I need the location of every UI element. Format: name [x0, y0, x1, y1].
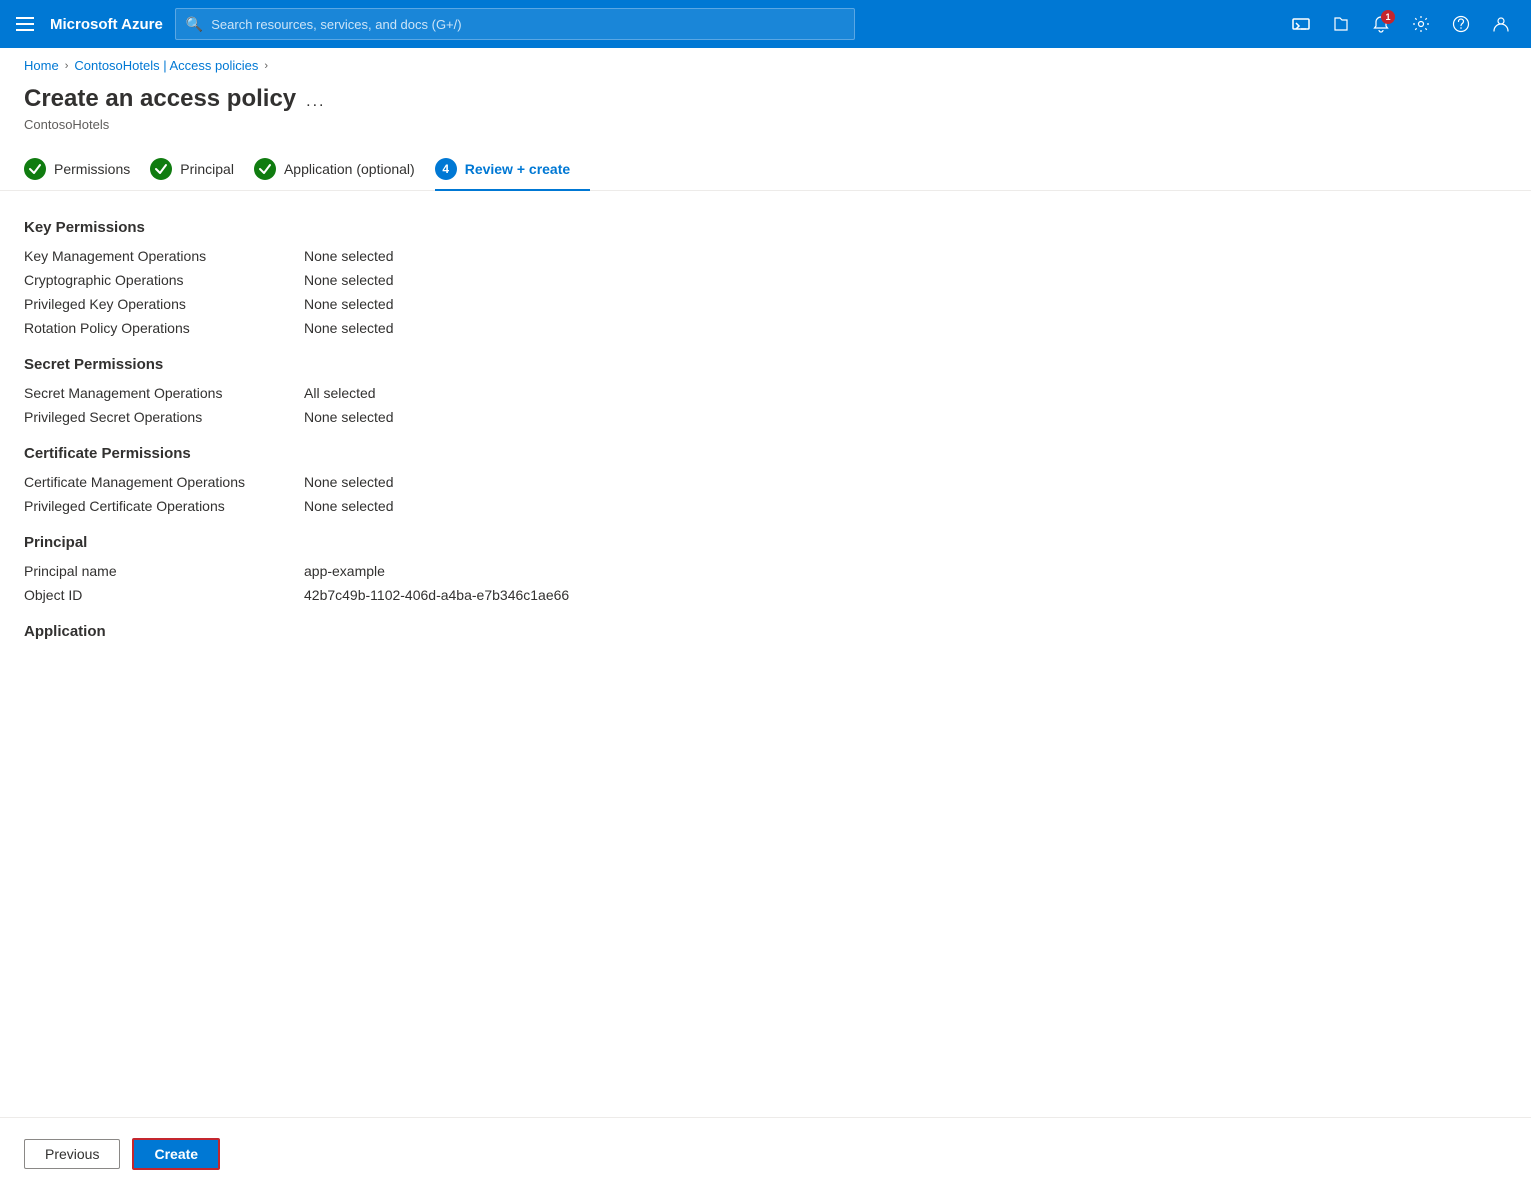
step-application-circle: [254, 158, 276, 180]
key-permissions-section: Key Permissions Key Management Operation…: [24, 219, 1507, 336]
cloud-shell-icon[interactable]: [1283, 6, 1319, 42]
breadcrumb-sep-1: ›: [65, 60, 69, 72]
step-principal[interactable]: Principal: [150, 148, 254, 190]
page-header: Create an access policy ...: [0, 77, 1531, 117]
search-bar[interactable]: 🔍 Search resources, services, and docs (…: [175, 8, 855, 40]
secret-permissions-section: Secret Permissions Secret Management Ope…: [24, 356, 1507, 425]
priv-secret-label: Privileged Secret Operations: [24, 409, 304, 425]
table-row: Privileged Key Operations None selected: [24, 296, 1507, 312]
step-application[interactable]: Application (optional): [254, 148, 435, 190]
step-permissions[interactable]: Permissions: [24, 148, 150, 190]
principal-section: Principal Principal name app-example Obj…: [24, 534, 1507, 603]
table-row: Key Management Operations None selected: [24, 248, 1507, 264]
crypto-ops-value: None selected: [304, 272, 394, 288]
key-mgmt-label: Key Management Operations: [24, 248, 304, 264]
principal-name-value: app-example: [304, 563, 385, 579]
rotation-label: Rotation Policy Operations: [24, 320, 304, 336]
breadcrumb-parent[interactable]: ContosoHotels | Access policies: [74, 58, 258, 73]
previous-button[interactable]: Previous: [24, 1139, 120, 1169]
key-mgmt-value: None selected: [304, 248, 394, 264]
breadcrumb: Home › ContosoHotels | Access policies ›: [0, 48, 1531, 77]
application-section: Application: [24, 623, 1507, 640]
principal-title: Principal: [24, 534, 1507, 551]
table-row: Privileged Secret Operations None select…: [24, 409, 1507, 425]
notification-badge: 1: [1381, 10, 1395, 24]
application-title: Application: [24, 623, 1507, 640]
step-application-label: Application (optional): [284, 161, 415, 177]
content-area: Key Permissions Key Management Operation…: [0, 191, 1531, 660]
secret-mgmt-value: All selected: [304, 385, 376, 401]
key-permissions-title: Key Permissions: [24, 219, 1507, 236]
more-options-button[interactable]: ...: [306, 93, 325, 111]
brand-logo: Microsoft Azure: [50, 16, 163, 33]
priv-cert-value: None selected: [304, 498, 394, 514]
search-icon: 🔍: [186, 16, 203, 33]
cert-permissions-title: Certificate Permissions: [24, 445, 1507, 462]
table-row: Object ID 42b7c49b-1102-406d-a4ba-e7b346…: [24, 587, 1507, 603]
priv-key-label: Privileged Key Operations: [24, 296, 304, 312]
step-permissions-label: Permissions: [54, 161, 130, 177]
table-row: Principal name app-example: [24, 563, 1507, 579]
directory-icon[interactable]: [1323, 6, 1359, 42]
priv-key-value: None selected: [304, 296, 394, 312]
step-review[interactable]: 4 Review + create: [435, 148, 590, 190]
rotation-value: None selected: [304, 320, 394, 336]
secret-permissions-title: Secret Permissions: [24, 356, 1507, 373]
topbar-icons: 1: [1283, 6, 1519, 42]
steps-row: Permissions Principal Application (optio…: [0, 148, 1531, 191]
table-row: Certificate Management Operations None s…: [24, 474, 1507, 490]
breadcrumb-sep-2: ›: [264, 60, 268, 72]
table-row: Privileged Certificate Operations None s…: [24, 498, 1507, 514]
settings-icon[interactable]: [1403, 6, 1439, 42]
step-principal-label: Principal: [180, 161, 234, 177]
topbar: Microsoft Azure 🔍 Search resources, serv…: [0, 0, 1531, 48]
principal-name-label: Principal name: [24, 563, 304, 579]
create-button[interactable]: Create: [132, 1138, 220, 1170]
profile-icon[interactable]: [1483, 6, 1519, 42]
priv-cert-label: Privileged Certificate Operations: [24, 498, 304, 514]
certificate-permissions-section: Certificate Permissions Certificate Mana…: [24, 445, 1507, 514]
secret-mgmt-label: Secret Management Operations: [24, 385, 304, 401]
cert-mgmt-value: None selected: [304, 474, 394, 490]
step-review-label: Review + create: [465, 161, 570, 177]
step-principal-circle: [150, 158, 172, 180]
search-placeholder: Search resources, services, and docs (G+…: [211, 17, 461, 32]
table-row: Cryptographic Operations None selected: [24, 272, 1507, 288]
cert-mgmt-label: Certificate Management Operations: [24, 474, 304, 490]
table-row: Secret Management Operations All selecte…: [24, 385, 1507, 401]
bottom-bar: Previous Create: [0, 1117, 1531, 1189]
object-id-value: 42b7c49b-1102-406d-a4ba-e7b346c1ae66: [304, 587, 569, 603]
object-id-label: Object ID: [24, 587, 304, 603]
page-title: Create an access policy: [24, 85, 296, 113]
step-review-circle: 4: [435, 158, 457, 180]
help-icon[interactable]: [1443, 6, 1479, 42]
hamburger-menu[interactable]: [12, 13, 38, 35]
step-permissions-circle: [24, 158, 46, 180]
breadcrumb-home[interactable]: Home: [24, 58, 59, 73]
priv-secret-value: None selected: [304, 409, 394, 425]
crypto-ops-label: Cryptographic Operations: [24, 272, 304, 288]
table-row: Rotation Policy Operations None selected: [24, 320, 1507, 336]
notifications-icon[interactable]: 1: [1363, 6, 1399, 42]
page-subtitle: ContosoHotels: [0, 117, 1531, 148]
